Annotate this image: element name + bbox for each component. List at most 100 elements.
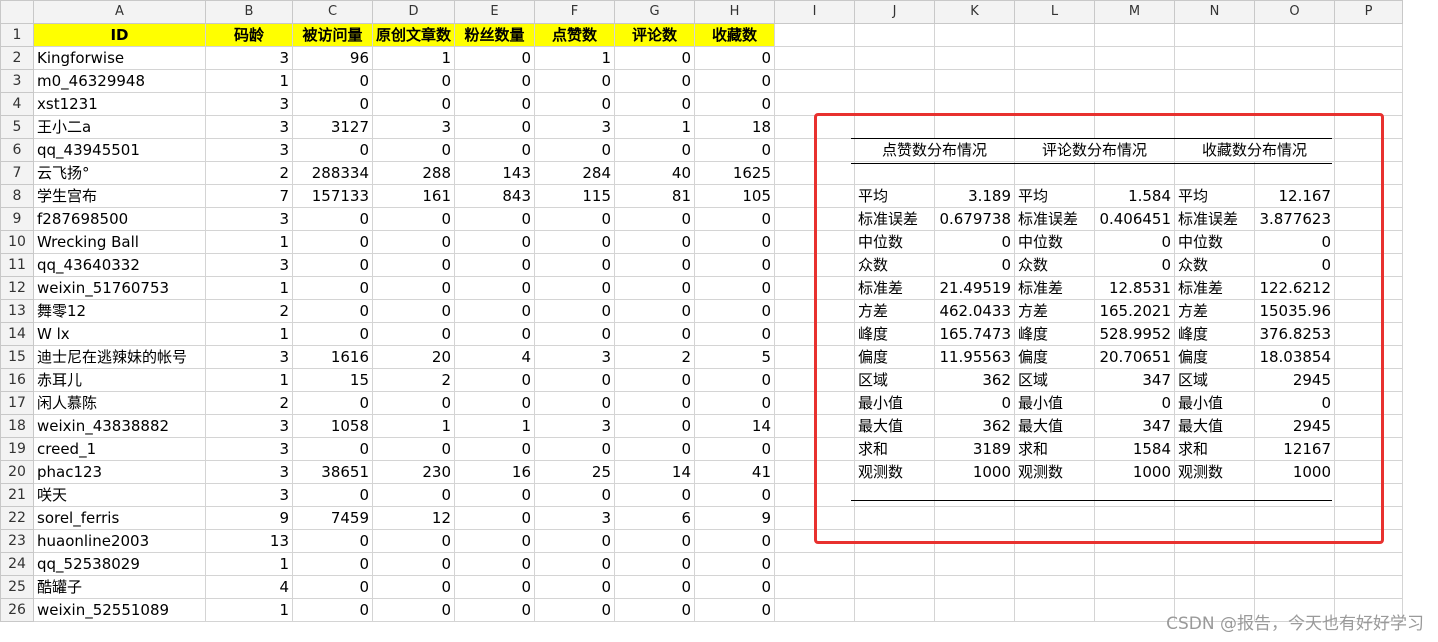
column-header-O[interactable]: O — [1254, 0, 1336, 24]
empty-cell[interactable] — [1254, 483, 1336, 507]
column-header-J[interactable]: J — [854, 0, 936, 24]
id-cell[interactable]: W lx — [33, 322, 206, 346]
empty-cell[interactable] — [854, 529, 936, 553]
data-cell[interactable]: 0 — [454, 138, 536, 162]
empty-cell[interactable] — [1014, 46, 1096, 70]
empty-cell[interactable] — [934, 92, 1016, 116]
data-cell[interactable]: 0 — [371, 253, 456, 277]
data-cell[interactable]: 0 — [614, 598, 696, 622]
id-cell[interactable]: 迪士尼在逃辣妹的帐号 — [33, 345, 206, 369]
data-cell[interactable]: 25 — [534, 460, 616, 484]
empty-cell[interactable] — [774, 253, 856, 277]
data-cell[interactable]: 0 — [454, 368, 536, 392]
stats-value[interactable]: 0 — [1254, 253, 1336, 277]
empty-cell[interactable] — [1014, 69, 1096, 93]
data-cell[interactable]: 3 — [534, 115, 616, 139]
empty-cell[interactable] — [1174, 529, 1256, 553]
data-cell[interactable]: 143 — [454, 161, 536, 185]
empty-cell[interactable] — [1174, 483, 1256, 507]
empty-cell[interactable] — [774, 276, 856, 300]
stats-value[interactable]: 12.167 — [1254, 184, 1336, 208]
data-cell[interactable]: 7459 — [292, 506, 373, 530]
data-cell[interactable]: 0 — [614, 230, 696, 254]
id-cell[interactable]: qq_43640332 — [33, 253, 206, 277]
empty-cell[interactable] — [1254, 23, 1336, 47]
stats-label[interactable]: 求和 — [1014, 437, 1096, 461]
data-cell[interactable]: 9 — [694, 506, 776, 530]
data-cell[interactable]: 0 — [454, 483, 536, 507]
data-cell[interactable]: 0 — [534, 230, 616, 254]
stats-label[interactable]: 中位数 — [1014, 230, 1096, 254]
id-cell[interactable]: qq_43945501 — [33, 138, 206, 162]
data-cell[interactable]: 0 — [454, 69, 536, 93]
row-header-11[interactable]: 11 — [0, 253, 34, 277]
column-header-G[interactable]: G — [614, 0, 696, 24]
data-cell[interactable]: 105 — [694, 184, 776, 208]
data-cell[interactable]: 284 — [534, 161, 616, 185]
data-cell[interactable]: 3 — [205, 345, 293, 369]
stats-value[interactable]: 122.6212 — [1254, 276, 1336, 300]
stats-value[interactable]: 528.9952 — [1094, 322, 1176, 346]
stats-label[interactable]: 峰度 — [1174, 322, 1256, 346]
empty-cell[interactable] — [774, 368, 856, 392]
row-header-26[interactable]: 26 — [0, 598, 34, 622]
stats-value[interactable]: 3189 — [934, 437, 1016, 461]
data-cell[interactable]: 0 — [694, 529, 776, 553]
data-cell[interactable]: 2 — [205, 161, 293, 185]
data-cell[interactable]: 96 — [292, 46, 373, 70]
stats-value[interactable]: 1000 — [1094, 460, 1176, 484]
empty-cell[interactable] — [774, 460, 856, 484]
empty-cell[interactable] — [1254, 506, 1336, 530]
data-cell[interactable]: 0 — [694, 253, 776, 277]
data-cell[interactable]: 0 — [292, 575, 373, 599]
data-cell[interactable]: 0 — [614, 138, 696, 162]
id-cell[interactable]: m0_46329948 — [33, 69, 206, 93]
empty-cell[interactable] — [1254, 552, 1336, 576]
data-cell[interactable]: 0 — [614, 69, 696, 93]
data-cell[interactable]: 0 — [371, 575, 456, 599]
empty-cell[interactable] — [774, 322, 856, 346]
stats-value[interactable]: 1000 — [1254, 460, 1336, 484]
stats-label[interactable]: 最大值 — [1174, 414, 1256, 438]
stats-value[interactable]: 1000 — [934, 460, 1016, 484]
row-header-20[interactable]: 20 — [0, 460, 34, 484]
stats-label[interactable]: 平均 — [1174, 184, 1256, 208]
column-header-M[interactable]: M — [1094, 0, 1176, 24]
empty-cell[interactable] — [774, 230, 856, 254]
stats-label[interactable]: 求和 — [854, 437, 936, 461]
id-cell[interactable]: 舞零12 — [33, 299, 206, 323]
header-cell[interactable]: 点赞数 — [534, 23, 616, 47]
row-header-17[interactable]: 17 — [0, 391, 34, 415]
spreadsheet-grid[interactable]: ABCDEFGHIJKLMNOP 1 ID 码龄 被访问量 原创文章数 粉丝数量 点赞数 评论… — [0, 0, 1404, 622]
empty-cell[interactable] — [774, 115, 856, 139]
empty-cell[interactable] — [1334, 575, 1404, 599]
empty-cell[interactable] — [854, 598, 936, 622]
data-cell[interactable]: 0 — [614, 322, 696, 346]
empty-cell[interactable] — [934, 529, 1016, 553]
data-cell[interactable]: 3 — [205, 414, 293, 438]
data-cell[interactable]: 0 — [614, 207, 696, 231]
data-cell[interactable]: 0 — [614, 483, 696, 507]
data-cell[interactable]: 0 — [371, 299, 456, 323]
data-cell[interactable]: 3 — [205, 46, 293, 70]
id-cell[interactable]: 闲人慕陈 — [33, 391, 206, 415]
row-header-22[interactable]: 22 — [0, 506, 34, 530]
stats-label[interactable]: 偏度 — [1014, 345, 1096, 369]
data-cell[interactable]: 0 — [371, 552, 456, 576]
row-header-10[interactable]: 10 — [0, 230, 34, 254]
stats-label[interactable]: 最小值 — [1174, 391, 1256, 415]
data-cell[interactable]: 2 — [205, 299, 293, 323]
empty-cell[interactable] — [774, 184, 856, 208]
empty-cell[interactable] — [1334, 322, 1404, 346]
empty-cell[interactable] — [1334, 92, 1404, 116]
empty-cell[interactable] — [1174, 506, 1256, 530]
data-cell[interactable]: 0 — [292, 529, 373, 553]
data-cell[interactable]: 0 — [534, 575, 616, 599]
empty-cell[interactable] — [1014, 23, 1096, 47]
stats-label[interactable]: 中位数 — [854, 230, 936, 254]
id-cell[interactable]: weixin_51760753 — [33, 276, 206, 300]
data-cell[interactable]: 7 — [205, 184, 293, 208]
stats-value[interactable]: 2945 — [1254, 368, 1336, 392]
empty-cell[interactable] — [1334, 552, 1404, 576]
data-cell[interactable]: 0 — [694, 368, 776, 392]
